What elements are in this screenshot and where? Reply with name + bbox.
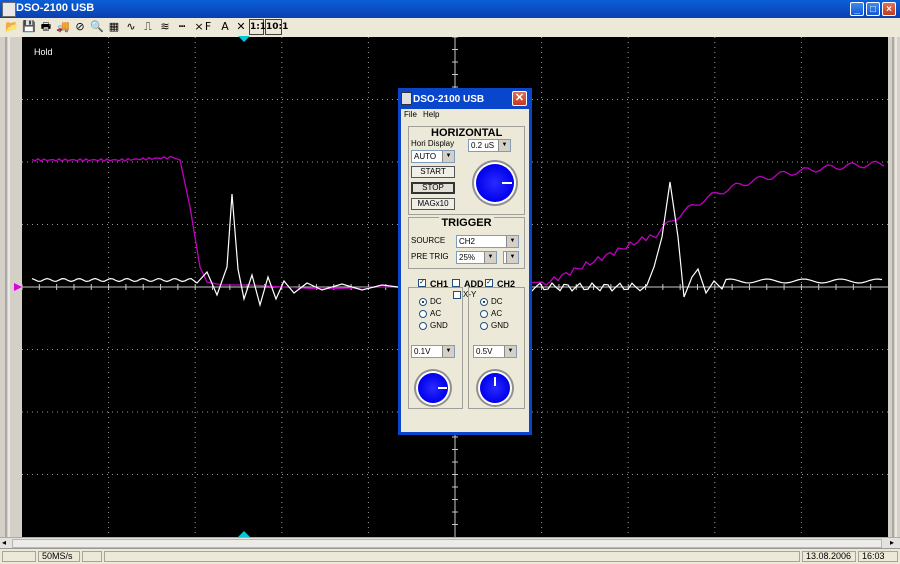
chevron-down-icon: ▼ [506,252,518,263]
dialog-close-button[interactable]: ✕ [512,91,527,106]
menu-file[interactable]: File [404,110,417,119]
trigger-source-select[interactable]: CH2 ▼ [456,235,519,248]
waveform-icon[interactable]: ≋ [157,19,173,35]
ch1-volts-knob[interactable] [418,373,448,403]
ch2-volts-value: 0.5V [476,347,493,356]
ch1-ac-radio[interactable] [419,310,427,318]
status-pane-message [104,551,800,562]
pretrig-select[interactable]: 25% ▼ [456,251,497,264]
scroll-right-icon[interactable]: ▸ [890,538,894,547]
status-time: 16:03 [858,551,898,562]
ch1-ac-label: AC [430,309,442,318]
status-date: 13.08.2006 [802,551,856,562]
status-pane-meter [82,551,102,562]
trigger-position-marker[interactable] [238,36,250,43]
mag-x10-button[interactable]: MAGx10 [411,198,455,210]
source-label: SOURCE [411,236,446,245]
ch1-dc-radio[interactable] [419,298,427,306]
ch1-dc-label: DC [430,297,442,306]
hold-label: Hold [34,47,53,57]
app-icon [2,2,16,17]
trigger-slope-select[interactable]: - ▼ [503,251,519,264]
dashes-icon[interactable]: ┅ [174,19,190,35]
pretrig-value: 25% [459,253,476,262]
add-checkbox[interactable] [452,279,460,287]
fft-icon[interactable]: F [200,19,216,35]
save-icon[interactable]: 💾 [21,19,37,35]
trigger-source-value: CH2 [459,237,476,246]
stop-button[interactable]: STOP [411,182,455,194]
ch2-gnd-label: GND [491,321,509,330]
chevron-down-icon: ▼ [506,236,518,247]
close-button[interactable]: × [882,2,896,16]
ch2-ac-label: AC [491,309,503,318]
grid-icon[interactable]: ▦ [106,19,122,35]
math-icon[interactable]: A [217,19,233,35]
ratio-10-button[interactable]: 10:1 [265,19,288,35]
start-button[interactable]: START [411,166,455,178]
ch2-gnd-radio[interactable] [480,322,488,330]
ch2-volts-knob[interactable] [480,373,510,403]
dialog-body: File Help HORIZONTAL Hori Display AUTO ▼… [401,109,529,432]
ch1-volts-select[interactable]: 0.1V ▼ [411,345,455,358]
ch2-checkbox[interactable]: ✓ [485,279,493,287]
hori-display-value: AUTO [414,152,437,161]
right-ruler [888,37,900,537]
hori-display-label: Hori Display [411,139,455,148]
chevron-down-icon: ▼ [442,346,454,357]
sample-rate: 50MS/s [38,551,80,562]
timebase-value: 0.2 uS [471,141,495,150]
chevron-down-icon: ▼ [504,346,516,357]
timebase-select[interactable]: 0.2 uS ▼ [468,139,511,152]
pretrig-label: PRE TRIG [411,252,449,261]
status-bar: 50MS/s 13.08.2006 16:03 [0,548,900,564]
sine-icon[interactable]: ∿ [123,19,139,35]
toolbar: 📂 💾 🖶 🚚 ⊘ 🔍 ▦ ∿ ⎍ ≋ ┅ × F A ✕ 1:1 10:1 [0,18,900,38]
ratio-1-button[interactable]: 1:1 [249,19,266,35]
horizontal-header: HORIZONTAL [431,127,503,139]
knob-indicator [494,377,496,386]
ch2-dc-radio[interactable] [480,298,488,306]
status-pane-empty [2,551,36,562]
timebase-knob[interactable] [476,164,514,202]
menu-help[interactable]: Help [423,110,439,119]
chevron-down-icon: ▼ [442,151,454,162]
cursor-icon[interactable]: ✕ [233,19,249,35]
chevron-down-icon: ▼ [498,140,510,151]
window-title-bar: DSO-2100 USB _ □ × [0,0,900,18]
open-icon[interactable]: 📂 [4,19,20,35]
control-dialog: DSO-2100 USB ✕ File Help HORIZONTAL Hori… [398,88,532,435]
truck-icon[interactable]: 🚚 [55,19,71,35]
minimize-button[interactable]: _ [850,2,864,16]
ch1-checkbox[interactable]: ✓ [418,279,426,287]
knob-indicator [502,182,512,184]
ch1-gnd-label: GND [430,321,448,330]
ch1-volts-value: 0.1V [414,347,431,356]
scroll-left-icon[interactable]: ◂ [2,538,6,547]
window-title: DSO-2100 USB [16,2,95,14]
ch2-dc-label: DC [491,297,503,306]
trigger-header: TRIGGER [439,217,494,229]
ch1-gnd-radio[interactable] [419,322,427,330]
print-icon[interactable]: 🖶 [38,19,54,35]
dialog-title: DSO-2100 USB [413,94,485,105]
stop-icon[interactable]: ⊘ [72,19,88,35]
ch2-ac-radio[interactable] [480,310,488,318]
knob-indicator [438,387,447,389]
zoom-icon[interactable]: 🔍 [89,19,105,35]
ch2-level-marker[interactable] [0,280,22,294]
ch2-volts-select[interactable]: 0.5V ▼ [473,345,517,358]
pulse-icon[interactable]: ⎍ [140,19,156,35]
maximize-button[interactable]: □ [866,2,880,16]
scrollbar-thumb[interactable] [12,539,882,548]
chevron-down-icon: ▼ [484,252,496,263]
hori-display-select[interactable]: AUTO ▼ [411,150,455,163]
dialog-app-icon [401,92,412,105]
